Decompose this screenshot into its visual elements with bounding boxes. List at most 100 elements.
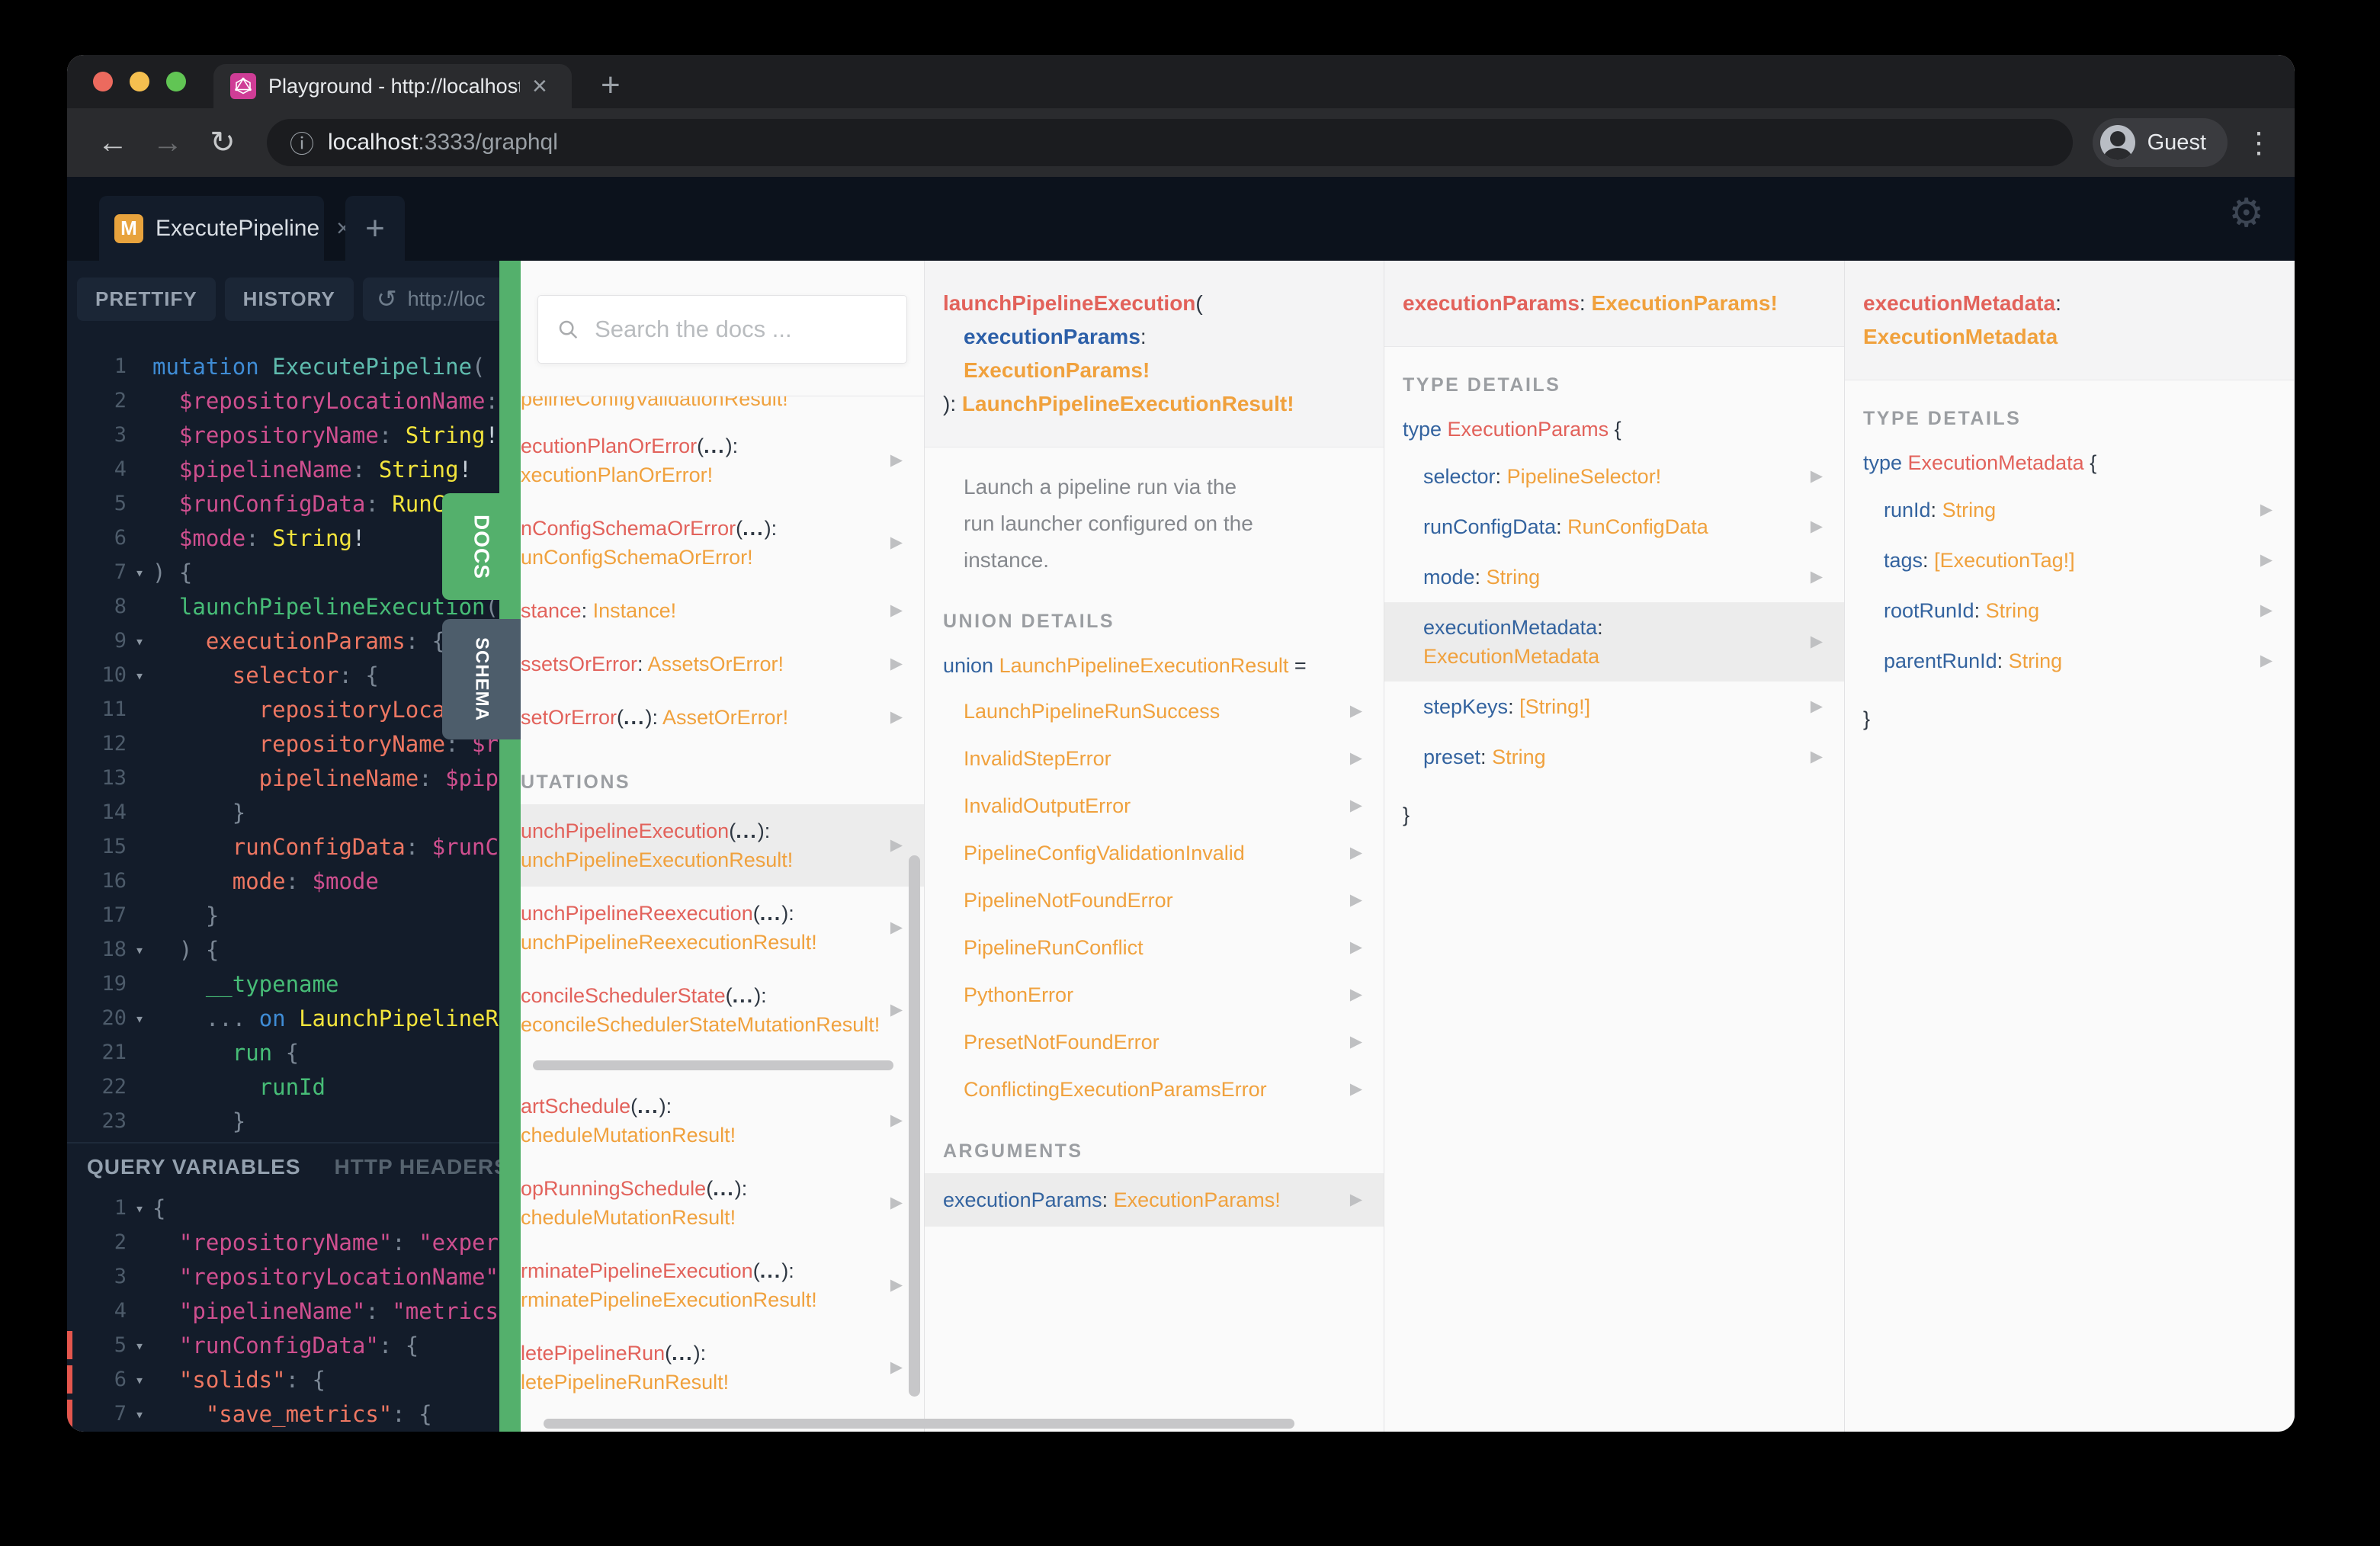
docs-union-member[interactable]: InvalidStepError ▶ xyxy=(925,735,1384,782)
editor-line[interactable]: 4 $pipelineName: String! xyxy=(67,452,499,486)
docs-union-member[interactable]: InvalidOutputError ▶ xyxy=(925,782,1384,829)
zoom-window-button[interactable] xyxy=(166,72,186,91)
editor-line[interactable]: 12 repositoryName: $repositoryName xyxy=(67,726,499,761)
editor-line[interactable]: 5 ▾ "runConfigData": { xyxy=(67,1328,499,1362)
docs-union-member[interactable]: PipelineNotFoundError ▶ xyxy=(925,877,1384,924)
reload-icon[interactable]: ↻ xyxy=(198,125,247,160)
editor-line[interactable]: 19 __typename xyxy=(67,967,499,1001)
docs-item-partial[interactable]: pelineConfigValidationResult! xyxy=(521,396,924,419)
editor-line[interactable]: 14 } xyxy=(67,795,499,829)
docs-item[interactable]: unchPipelineReexecution(...): unchPipelin… xyxy=(521,887,924,969)
docs-item[interactable]: unchPipelineExecution(...): unchPipelineE… xyxy=(521,804,924,887)
docs-item[interactable]: ssetsOrError: AssetsOrError! ▶ xyxy=(521,637,924,691)
editor-line[interactable]: 10 ▾ selector: { xyxy=(67,658,499,692)
editor-line[interactable]: 4 "pipelineName": "metrics xyxy=(67,1294,499,1328)
editor-line[interactable]: 6 $mode: String! xyxy=(67,521,499,555)
docs-item[interactable]: executionMetadata: ExecutionMetadata ▶ xyxy=(1384,602,1844,682)
back-icon[interactable]: ← xyxy=(88,126,137,160)
fold-toggle-icon[interactable]: ▾ xyxy=(127,1199,152,1217)
docs-item[interactable]: artSchedule(...): cheduleMutationResult! ▶ xyxy=(521,1079,924,1162)
editor-line[interactable]: 17 } xyxy=(67,898,499,932)
fold-toggle-icon[interactable]: ▾ xyxy=(127,563,152,582)
editor-line[interactable]: 7 ▾ "save_metrics": { xyxy=(67,1397,499,1431)
editor-line[interactable]: 8 launchPipelineExecution( xyxy=(67,589,499,624)
fold-toggle-icon[interactable]: ▾ xyxy=(127,1009,152,1028)
editor-line[interactable]: 1 mutation ExecutePipeline( xyxy=(67,349,499,383)
site-info-icon[interactable]: ⓘ xyxy=(290,125,314,160)
editor-line[interactable]: 18 ▾ ) { xyxy=(67,932,499,967)
editor-line[interactable]: 11 repositoryLocationName: $repositoryLo… xyxy=(67,692,499,726)
editor-line[interactable]: 13 pipelineName: $pipelineName xyxy=(67,761,499,795)
playground-tab[interactable]: M ExecutePipeline × xyxy=(99,196,351,261)
editor-line[interactable]: 23 } xyxy=(67,1104,499,1138)
endpoint-url-input[interactable]: ↺ http://loc xyxy=(362,277,499,321)
docs-item[interactable]: runId: String ▶ xyxy=(1845,485,2294,535)
prettify-button[interactable]: PRETTIFY xyxy=(77,277,216,321)
docs-union-member[interactable]: PythonError ▶ xyxy=(925,971,1384,1018)
minimize-window-button[interactable] xyxy=(130,72,149,91)
editor-line[interactable]: 15 runConfigData: $runConfigData xyxy=(67,829,499,864)
editor-line[interactable]: 2 $repositoryLocationName: String! xyxy=(67,383,499,418)
docs-union-member[interactable]: PipelineConfigValidationInvalid ▶ xyxy=(925,829,1384,877)
variables-editor[interactable]: 1 ▾{2 "repositoryName": "exper 3 "reposito… xyxy=(67,1191,499,1431)
horizontal-scrollbar-thumb[interactable] xyxy=(533,1060,893,1070)
browser-tab[interactable]: Playground - http://localhost:3 × xyxy=(213,64,572,108)
docs-item[interactable]: parentRunId: String ▶ xyxy=(1845,636,2294,686)
fold-toggle-icon[interactable]: ▾ xyxy=(127,666,152,685)
tab-schema[interactable]: SCHEMA xyxy=(442,619,521,739)
query-editor[interactable]: 1 mutation ExecutePipeline(2 $repositoryL… xyxy=(67,337,499,1142)
tab-http-headers[interactable]: HTTP HEADERS xyxy=(335,1155,499,1179)
editor-line[interactable]: 7 ▾) { xyxy=(67,555,499,589)
editor-line[interactable]: 20▾ ... on LaunchPipelineRunSuccess { xyxy=(67,1001,499,1035)
tab-close-icon[interactable]: × xyxy=(532,73,547,99)
settings-gear-icon[interactable]: ⚙ xyxy=(2228,191,2264,236)
editor-line[interactable]: 1 ▾{ xyxy=(67,1191,499,1225)
editor-line[interactable]: 21 run { xyxy=(67,1035,499,1070)
docs-item[interactable]: rminatePipelineExecution(...): rminatePip… xyxy=(521,1244,924,1326)
docs-union-member[interactable]: PresetNotFoundError ▶ xyxy=(925,1018,1384,1066)
profile-button[interactable]: Guest xyxy=(2092,118,2228,167)
vertical-scrollbar-thumb[interactable] xyxy=(909,855,920,1397)
editor-line[interactable]: 5 $runConfigData: RunConfigData! xyxy=(67,486,499,521)
docs-item[interactable]: stance: Instance! ▶ xyxy=(521,584,924,637)
docs-item[interactable]: runConfigData: RunConfigData ▶ xyxy=(1384,502,1844,552)
docs-union-member[interactable]: PipelineRunConflict ▶ xyxy=(925,924,1384,971)
docs-item[interactable]: nConfigSchemaOrError(...): unConfigSchema… xyxy=(521,502,924,584)
fold-toggle-icon[interactable]: ▾ xyxy=(127,941,152,959)
docs-search-box[interactable] xyxy=(537,295,907,364)
browser-menu-icon[interactable]: ⋮ xyxy=(2244,126,2273,160)
docs-item[interactable]: stepKeys: [String!] ▶ xyxy=(1384,682,1844,732)
fold-toggle-icon[interactable]: ▾ xyxy=(127,632,152,650)
editor-line[interactable]: 3 $repositoryName: String! xyxy=(67,418,499,452)
editor-line[interactable]: 9 ▾ executionParams: { xyxy=(67,624,499,658)
docs-union-member[interactable]: ConflictingExecutionParamsError ▶ xyxy=(925,1066,1384,1113)
docs-item[interactable]: rootRunId: String ▶ xyxy=(1845,585,2294,636)
tab-docs[interactable]: DOCS xyxy=(442,493,521,600)
endpoint-reload-icon[interactable]: ↺ xyxy=(377,284,397,313)
fold-toggle-icon[interactable]: ▾ xyxy=(127,1336,152,1355)
editor-line[interactable]: 22 runId xyxy=(67,1070,499,1104)
new-tab-button[interactable]: + xyxy=(601,69,621,102)
editor-line[interactable]: 3 "repositoryLocationName": xyxy=(67,1259,499,1294)
docs-item[interactable]: preset: String ▶ xyxy=(1384,732,1844,782)
editor-line[interactable]: 16 mode: $mode xyxy=(67,864,499,898)
docs-item[interactable]: selector: PipelineSelector! ▶ xyxy=(1384,451,1844,502)
docs-search-input[interactable] xyxy=(595,316,888,343)
history-button[interactable]: HISTORY xyxy=(224,277,354,321)
horizontal-scrollbar-thumb[interactable] xyxy=(544,1419,1294,1429)
address-bar[interactable]: ⓘ localhost:3333/graphql xyxy=(267,119,2073,166)
editor-line[interactable]: 6 ▾ "solids": { xyxy=(67,1362,499,1397)
close-window-button[interactable] xyxy=(93,72,113,91)
docs-union-member[interactable]: LaunchPipelineRunSuccess ▶ xyxy=(925,688,1384,735)
playground-new-tab-button[interactable]: + xyxy=(345,196,405,261)
forward-icon[interactable]: → xyxy=(143,126,192,160)
docs-item[interactable]: letePipelineRun(...): letePipelineRunResu… xyxy=(521,1326,924,1409)
docs-item[interactable]: executionParams: ExecutionParams! ▶ xyxy=(925,1173,1384,1227)
docs-item[interactable]: mode: String ▶ xyxy=(1384,552,1844,602)
fold-toggle-icon[interactable]: ▾ xyxy=(127,1405,152,1423)
editor-line[interactable]: 2 "repositoryName": "exper xyxy=(67,1225,499,1259)
docs-item[interactable]: ecutionPlanOrError(...): xecutionPlanOrEr… xyxy=(521,419,924,502)
docs-item[interactable]: tags: [ExecutionTag!] ▶ xyxy=(1845,535,2294,585)
docs-item[interactable]: concileSchedulerState(...): econcileSched… xyxy=(521,969,924,1051)
tab-query-variables[interactable]: QUERY VARIABLES xyxy=(87,1155,301,1179)
